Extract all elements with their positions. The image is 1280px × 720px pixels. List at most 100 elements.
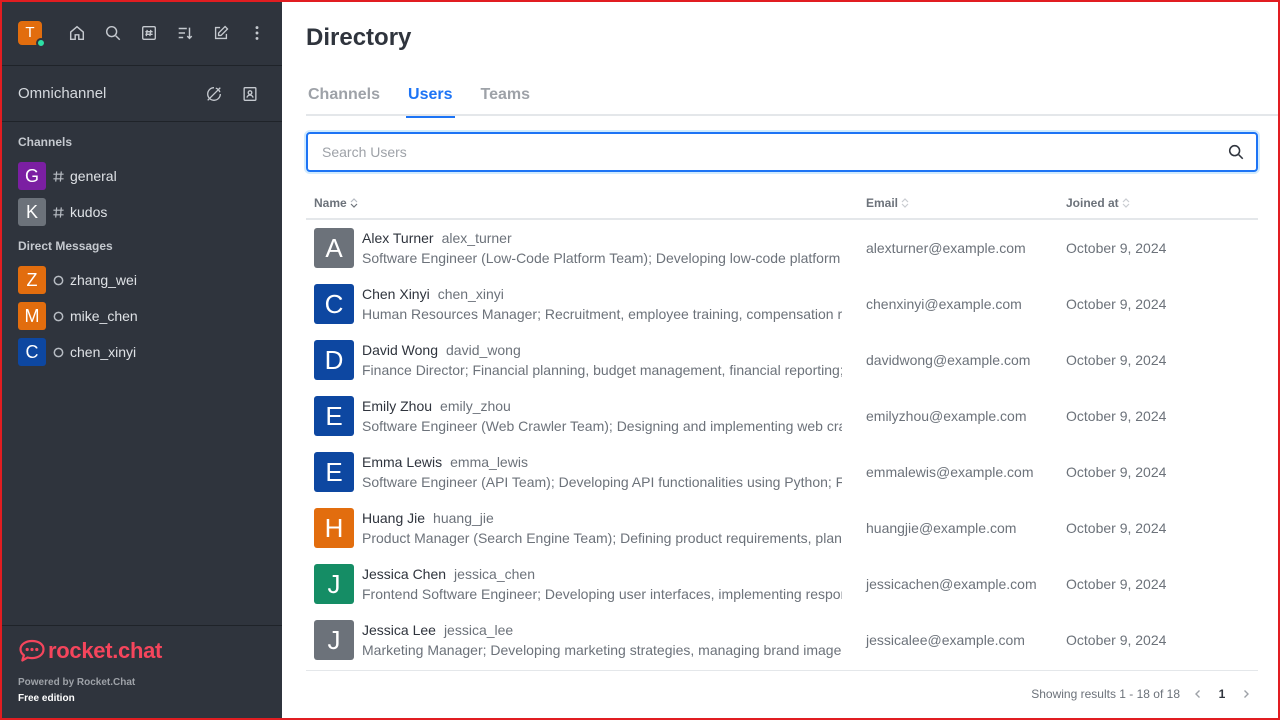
directory-icon[interactable] [131,15,167,51]
room-name: general [70,168,117,184]
user-avatar: J [314,564,354,604]
table-row[interactable]: H Huang Jie huang_jie Product Manager (Se… [306,500,1258,556]
directory-page: Directory Channels Users Teams Name Emai… [282,0,1280,720]
user-cell: E Emma Lewis emma_lewis Software Engineer… [306,452,858,492]
user-avatar: J [314,620,354,660]
user-email: chenxinyi@example.com [866,296,1022,312]
user-bio: Marketing Manager; Developing marketing … [362,642,842,658]
offline-status-icon [46,310,70,323]
table-header: Name Email Joined at [306,188,1258,220]
user-avatar-initial: T [25,24,35,41]
user-bio: Software Engineer (API Team); Developing… [362,474,842,490]
table-row[interactable]: D David Wong david_wong Finance Director;… [306,332,1258,388]
room-avatar: K [18,198,46,226]
user-cell: H Huang Jie huang_jie Product Manager (Se… [306,508,858,548]
column-header-email[interactable]: Email [858,196,1058,210]
sidebar-item-mike-chen[interactable]: M mike_chen [0,298,282,334]
user-fullname: Alex Turner [362,230,434,246]
user-email: alexturner@example.com [866,240,1026,256]
users-table: Name Email Joined at A Alex Turner alex_t… [306,188,1258,668]
user-bio: Software Engineer (Low-Code Platform Tea… [362,250,841,266]
tab-channels[interactable]: Channels [306,76,382,116]
sidebar-item-zhang-wei[interactable]: Z zhang_wei [0,262,282,298]
user-fullname: Jessica Chen [362,566,447,582]
hashtag-icon [46,170,70,183]
user-avatar: D [314,340,354,380]
tab-teams[interactable]: Teams [479,76,533,116]
column-header-joined[interactable]: Joined at [1058,196,1258,210]
user-cell: E Emily Zhou emily_zhou Software Engineer… [306,396,858,436]
sidebar-footer-divider [0,625,282,626]
room-avatar: G [18,162,46,190]
sidebar-item-chen-xinyi[interactable]: C chen_xinyi [0,334,282,370]
sort-icon[interactable] [167,15,203,51]
hashtag-icon [46,206,70,219]
user-fullname: Emma Lewis [362,454,443,470]
sidebar-item-general[interactable]: G general [0,158,282,194]
directory-tabs: Channels Users Teams [306,76,1280,118]
chevron-left-icon[interactable] [1186,682,1210,706]
create-new-icon[interactable] [203,15,239,51]
sidebar-footer: rocket.chat Powered by Rocket.Chat Free … [18,638,162,704]
user-bio: Finance Director; Financial planning, bu… [362,362,842,378]
online-status-dot [36,37,46,48]
search-icon[interactable] [95,15,131,51]
brand-name: rocket.chat [48,638,163,663]
pagination-divider [306,670,1258,671]
user-avatar: C [314,284,354,324]
user-bio: Software Engineer (Web Crawler Team); De… [362,418,842,434]
table-row[interactable]: C Chen Xinyi chen_xinyi Human Resources M… [306,276,1258,332]
sidebar-item-kudos[interactable]: K kudos [0,194,282,230]
user-fullname: Emily Zhou [362,398,433,414]
column-header-name[interactable]: Name [306,196,858,210]
user-username: jessica_lee [443,622,514,638]
table-row[interactable]: E Emma Lewis emma_lewis Software Engineer… [306,444,1258,500]
table-row[interactable]: A Alex Turner alex_turner Software Engine… [306,220,1258,276]
user-bio: Frontend Software Engineer; Developing u… [362,586,842,602]
user-avatar[interactable]: T [18,20,46,48]
home-icon[interactable] [59,15,95,51]
user-fullname: Huang Jie [362,510,426,526]
search-icon[interactable] [1216,143,1256,161]
user-bio: Product Manager (Search Engine Team); De… [362,530,842,546]
room-avatar: C [18,338,46,366]
chevron-right-icon[interactable] [1234,682,1258,706]
page-number-button[interactable]: 1 [1210,687,1234,701]
omnichannel-unavailable-icon[interactable] [196,76,232,112]
user-email: jessicalee@example.com [866,632,1025,648]
user-joined-date: October 9, 2024 [1066,296,1167,312]
user-email: emmalewis@example.com [866,464,1034,480]
rocketchat-logo: rocket.chat [18,638,162,664]
user-avatar: H [314,508,354,548]
user-fullname: Chen Xinyi [362,286,430,302]
user-username: emily_zhou [440,398,511,414]
user-avatar: A [314,228,354,268]
table-row[interactable]: E Emily Zhou emily_zhou Software Engineer… [306,388,1258,444]
user-joined-date: October 9, 2024 [1066,576,1167,592]
room-avatar: M [18,302,46,330]
table-row[interactable]: J Jessica Chen jessica_chen Frontend Soft… [306,556,1258,612]
user-username: david_wong [446,342,521,358]
user-joined-date: October 9, 2024 [1066,632,1167,648]
tab-users[interactable]: Users [406,76,455,118]
omnichannel-section: Omnichannel [0,66,282,122]
kebab-menu-icon[interactable] [239,15,275,51]
user-joined-date: October 9, 2024 [1066,352,1167,368]
user-username: emma_lewis [450,454,528,470]
user-joined-date: October 9, 2024 [1066,464,1167,480]
contact-center-icon[interactable] [232,76,268,112]
user-email: emilyzhou@example.com [866,408,1027,424]
direct-messages-section-title: Direct Messages [18,239,113,253]
user-avatar: E [314,452,354,492]
sort-icon [350,198,358,208]
table-row[interactable]: J Jessica Lee jessica_lee Marketing Manag… [306,612,1258,668]
user-cell: A Alex Turner alex_turner Software Engine… [306,228,858,268]
user-cell: D David Wong david_wong Finance Director;… [306,340,858,380]
user-email: huangjie@example.com [866,520,1017,536]
user-fullname: David Wong [362,342,439,358]
omnichannel-label: Omnichannel [18,85,107,102]
page-title: Directory [306,24,412,51]
user-username: alex_turner [441,230,512,246]
search-input[interactable] [308,134,1216,170]
room-name: chen_xinyi [70,344,137,360]
